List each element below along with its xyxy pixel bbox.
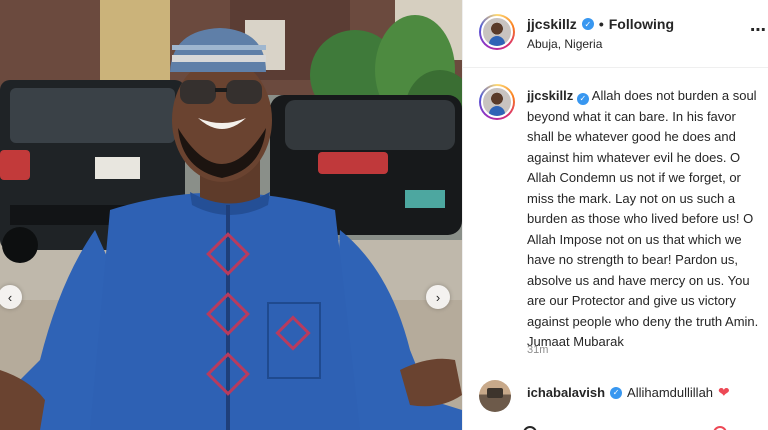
post-photo[interactable]: ‹ › <box>0 0 462 430</box>
comment-item: ichabalavish ✓ Allihamdullillah ❤ <box>463 378 768 412</box>
verified-badge-icon: ✓ <box>610 386 623 399</box>
post-image <box>0 0 462 430</box>
post-sidebar: jjcskillz ✓ • Following Abuja, Nigeria ⋯… <box>462 0 768 430</box>
following-button[interactable]: Following <box>609 16 674 32</box>
comment-line: ichabalavish ✓ Allihamdullillah ❤ <box>527 384 730 401</box>
post-timestamp[interactable]: 31m <box>527 344 548 356</box>
separator-dot: • <box>598 16 604 32</box>
carousel-next-button[interactable]: › <box>426 285 450 309</box>
share-icon[interactable] <box>713 426 727 430</box>
comment-text: Allihamdullillah <box>627 385 714 400</box>
post-header: jjcskillz ✓ • Following Abuja, Nigeria ⋯ <box>463 0 768 68</box>
author-row: jjcskillz ✓ • Following <box>527 16 674 32</box>
comment-author-avatar[interactable] <box>479 380 511 412</box>
author-avatar[interactable] <box>479 14 515 50</box>
caption-text: jjcskillz ✓ Allah does not burden a soul… <box>527 86 765 353</box>
like-icon[interactable] <box>523 426 537 430</box>
post-location[interactable]: Abuja, Nigeria <box>527 37 602 51</box>
author-username[interactable]: jjcskillz <box>527 16 577 32</box>
verified-badge-icon: ✓ <box>581 18 594 30</box>
verified-badge-icon: ✓ <box>576 93 589 106</box>
chevron-right-icon: › <box>435 289 441 305</box>
caption-author-avatar[interactable] <box>479 84 515 120</box>
comment-author-username[interactable]: ichabalavish <box>527 385 605 400</box>
caption-author-username[interactable]: jjcskillz <box>527 88 573 103</box>
more-options-icon[interactable]: ⋯ <box>750 20 767 40</box>
action-bar <box>463 424 768 430</box>
caption-body: Allah does not burden a soul beyond what… <box>527 88 759 349</box>
chevron-left-icon: ‹ <box>7 289 13 305</box>
heart-icon: ❤ <box>718 384 730 400</box>
